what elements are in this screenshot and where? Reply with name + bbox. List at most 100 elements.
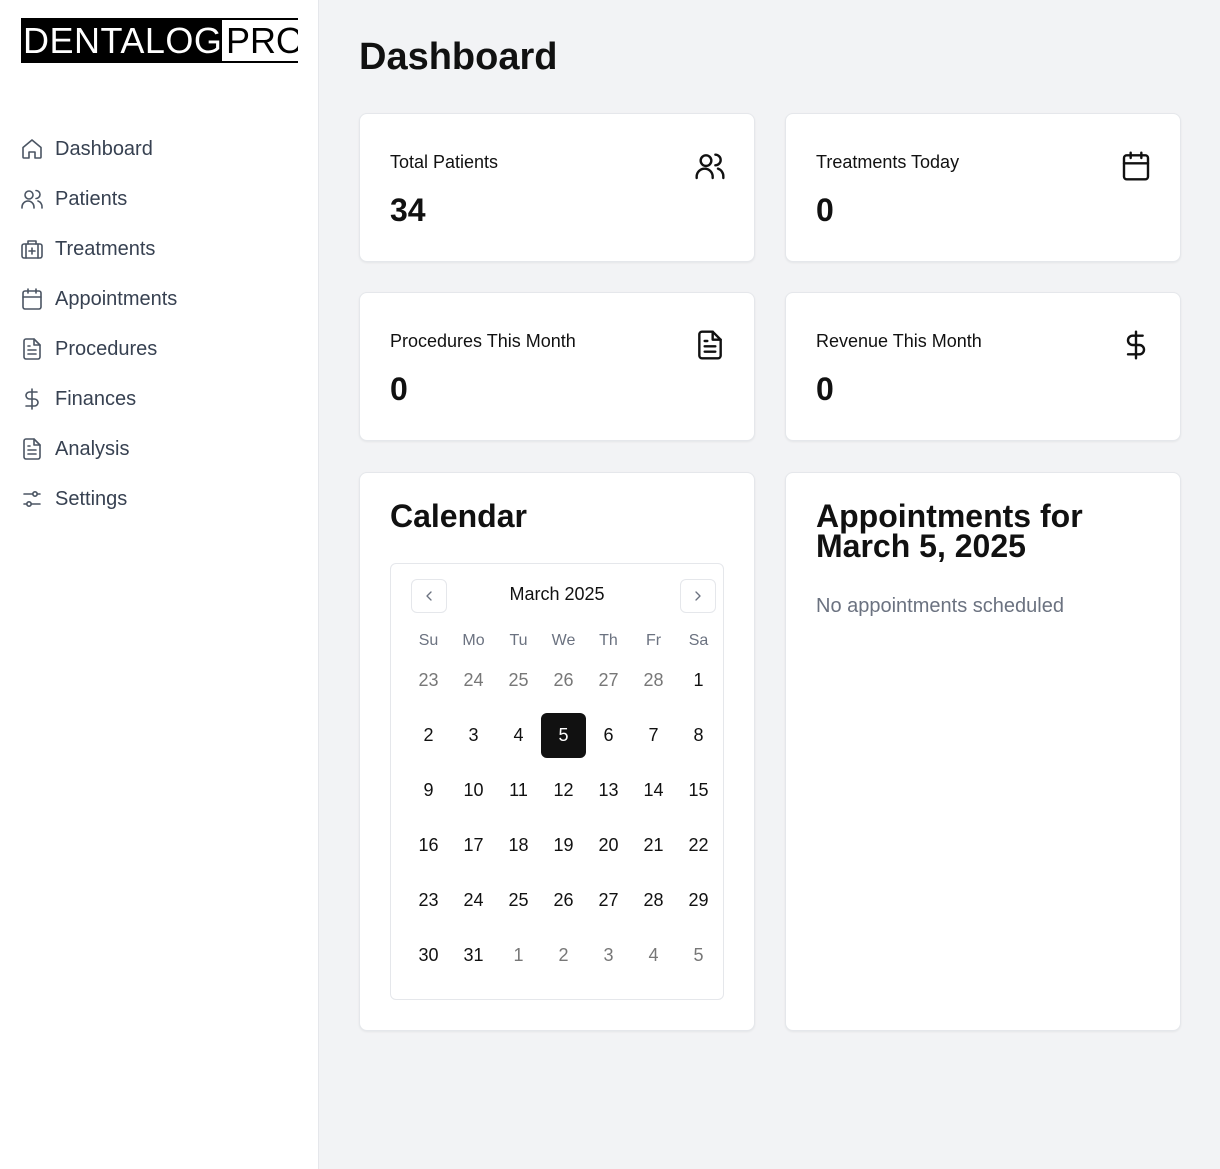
stat-value: 34 (390, 192, 426, 228)
brand-logo[interactable]: DENTALOG PRO (21, 18, 298, 63)
calendar-day[interactable]: 4 (496, 713, 541, 758)
calendar-day-selected[interactable]: 5 (541, 713, 586, 758)
users-icon (694, 150, 726, 182)
calendar-day[interactable]: 31 (451, 933, 496, 978)
sidebar-item-procedures[interactable]: Procedures (20, 324, 300, 374)
calendar-week-row: 23 24 25 26 27 28 1 (406, 653, 721, 708)
stat-value: 0 (390, 371, 408, 407)
sidebar-item-label: Analysis (55, 437, 130, 460)
sidebar-item-label: Dashboard (55, 137, 153, 160)
calendar-day[interactable]: 23 (406, 658, 451, 703)
calendar-day[interactable]: 21 (631, 823, 676, 868)
sidebar-item-dashboard[interactable]: Dashboard (20, 124, 300, 174)
stat-label: Treatments Today (816, 152, 960, 172)
calendar-day[interactable]: 25 (496, 878, 541, 923)
calendar-day[interactable]: 12 (541, 768, 586, 813)
sidebar-item-treatments[interactable]: Treatments (20, 224, 300, 274)
weekday-label: Mo (462, 632, 485, 649)
weekday-label: Tu (509, 632, 528, 649)
sidebar-item-label: Treatments (55, 237, 156, 260)
sliders-icon (20, 487, 44, 511)
calendar-day[interactable]: 2 (406, 713, 451, 758)
sidebar-nav: Dashboard Patients Treatments Appointmen… (20, 124, 300, 524)
sidebar-item-patients[interactable]: Patients (20, 174, 300, 224)
appointments-card: Appointments for March 5, 2025 No appoin… (785, 472, 1181, 1031)
sidebar: DENTALOG PRO Dashboard Patients Treatmen… (0, 0, 319, 1169)
calendar-day[interactable]: 28 (631, 878, 676, 923)
calendar-week-row: 9 10 11 12 13 14 15 (406, 763, 721, 818)
calendar-day[interactable]: 6 (586, 713, 631, 758)
sidebar-item-label: Finances (55, 387, 137, 410)
sidebar-item-analysis[interactable]: Analysis (20, 424, 300, 474)
calendar-widget: March 2025 Su Mo Tu We Th Fr Sa 23 24 25 26 27 28 1 2… (390, 563, 724, 1000)
calendar-day[interactable]: 10 (451, 768, 496, 813)
calendar-icon (20, 287, 44, 311)
calendar-day[interactable]: 3 (451, 713, 496, 758)
sidebar-item-settings[interactable]: Settings (20, 474, 300, 524)
calendar-day[interactable]: 1 (676, 658, 721, 703)
weekday-label: Fr (645, 632, 662, 649)
calendar-day[interactable]: 9 (406, 768, 451, 813)
page-title: Dashboard (359, 36, 558, 78)
weekday-label: Th (599, 632, 618, 649)
weekday-label: Sa (688, 632, 709, 649)
calendar-day[interactable]: 26 (541, 658, 586, 703)
stat-card-treatments-today: Treatments Today 0 (785, 113, 1181, 262)
stat-label: Total Patients (390, 152, 499, 172)
weekday-label: Su (418, 632, 439, 649)
calendar-icon (1120, 150, 1152, 182)
calendar-day[interactable]: 20 (586, 823, 631, 868)
calendar-day[interactable]: 27 (586, 878, 631, 923)
stat-card-procedures-month: Procedures This Month 0 (359, 292, 755, 441)
calendar-month-label: March 2025 (509, 584, 605, 604)
calendar-day[interactable]: 11 (496, 768, 541, 813)
stat-card-revenue-month: Revenue This Month 0 (785, 292, 1181, 441)
calendar-day[interactable]: 4 (631, 933, 676, 978)
next-month-button[interactable] (680, 579, 716, 613)
calendar-week-row: 23 24 25 26 27 28 29 (406, 873, 721, 928)
calendar-title: Calendar (390, 498, 527, 534)
sidebar-item-appointments[interactable]: Appointments (20, 274, 300, 324)
stat-value: 0 (816, 192, 834, 228)
calendar-day[interactable]: 15 (676, 768, 721, 813)
file-text-icon (20, 337, 44, 361)
calendar-day[interactable]: 2 (541, 933, 586, 978)
calendar-week-row: 2345678 (406, 708, 721, 763)
stat-label: Procedures This Month (390, 331, 576, 351)
calendar-day[interactable]: 24 (451, 878, 496, 923)
calendar-grid: Su Mo Tu We Th Fr Sa 23 24 25 26 27 28 1 2 3 4 5 6 7 8 9 10 11… (406, 629, 721, 983)
calendar-day[interactable]: 22 (676, 823, 721, 868)
users-icon (20, 187, 44, 211)
appointments-title: Appointments for March 5, 2025 (816, 498, 1083, 564)
weekday-label: We (551, 632, 576, 649)
calendar-day[interactable]: 7 (631, 713, 676, 758)
calendar-day[interactable]: 30 (406, 933, 451, 978)
sidebar-item-label: Settings (55, 487, 128, 510)
calendar-day[interactable]: 17 (451, 823, 496, 868)
calendar-day[interactable]: 3 (586, 933, 631, 978)
brand-logo-main: DENTALOG (21, 18, 222, 63)
calendar-day[interactable]: 8 (676, 713, 721, 758)
stat-label: Revenue This Month (816, 331, 982, 351)
calendar-day[interactable]: 18 (496, 823, 541, 868)
file-text-icon (20, 437, 44, 461)
calendar-day[interactable]: 1 (496, 933, 541, 978)
calendar-day[interactable]: 13 (586, 768, 631, 813)
calendar-day[interactable]: 25 (496, 658, 541, 703)
sidebar-item-finances[interactable]: Finances (20, 374, 300, 424)
calendar-day[interactable]: 24 (451, 658, 496, 703)
calendar-day[interactable]: 5 (676, 933, 721, 978)
calendar-day[interactable]: 23 (406, 878, 451, 923)
briefcase-medical-icon (20, 237, 44, 261)
calendar-day[interactable]: 26 (541, 878, 586, 923)
calendar-day[interactable]: 16 (406, 823, 451, 868)
calendar-day[interactable]: 14 (631, 768, 676, 813)
calendar-day[interactable]: 19 (541, 823, 586, 868)
stat-card-total-patients: Total Patients 34 (359, 113, 755, 262)
calendar-day[interactable]: 29 (676, 878, 721, 923)
calendar-weekday-header: Su Mo Tu We Th Fr Sa (406, 629, 721, 653)
sidebar-item-label: Patients (55, 187, 128, 210)
calendar-day[interactable]: 28 (631, 658, 676, 703)
calendar-day[interactable]: 27 (586, 658, 631, 703)
chevron-right-icon (695, 591, 701, 601)
